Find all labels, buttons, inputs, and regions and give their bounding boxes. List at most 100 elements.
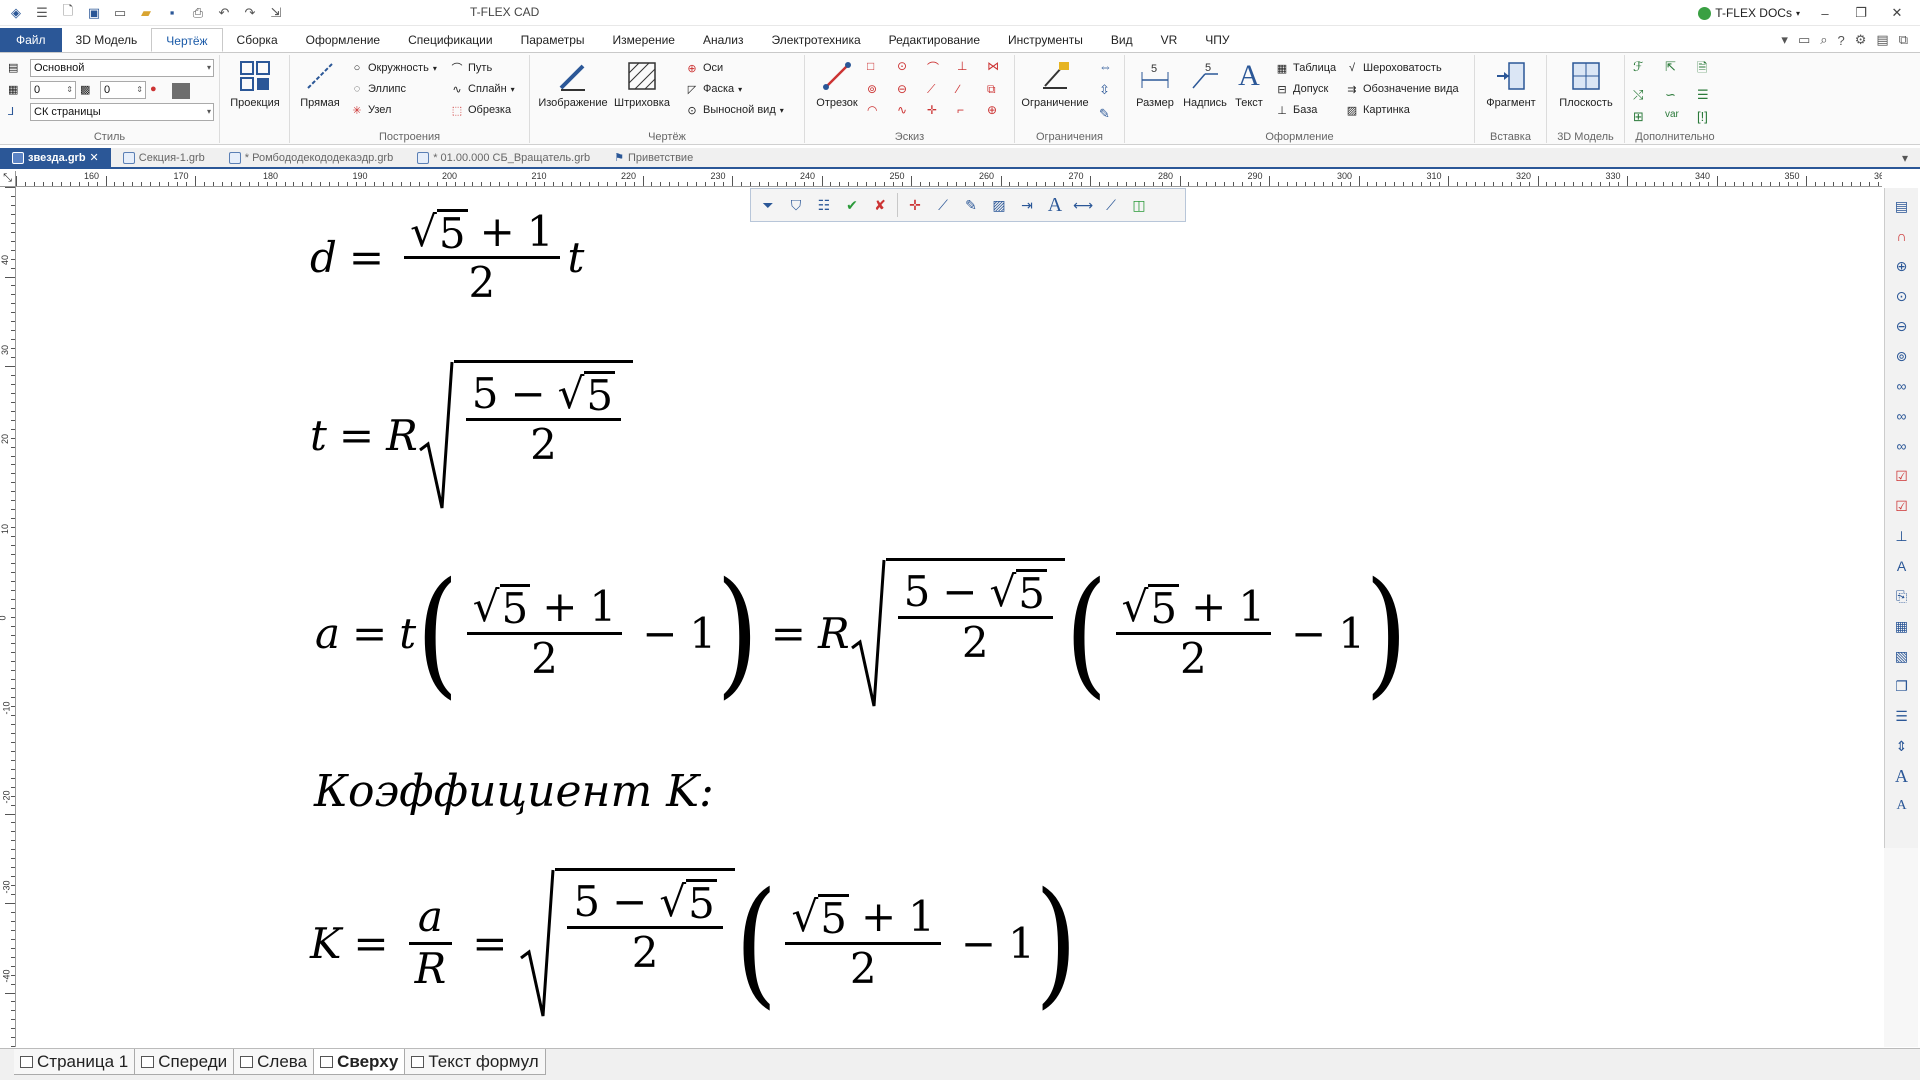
base-button[interactable]: ⊥ База: [1275, 103, 1317, 117]
menu-icon[interactable]: ☰: [32, 3, 52, 23]
other-filter-icon[interactable]: ◫: [1128, 194, 1150, 216]
circle-button[interactable]: ○ Окружность ▾: [350, 61, 437, 75]
hatch-button[interactable]: Штриховка: [610, 59, 674, 109]
filter-list-icon[interactable]: ☷: [813, 194, 835, 216]
arc-three-icon[interactable]: ◠: [867, 103, 891, 117]
deselect-all-icon[interactable]: ✘: [869, 194, 891, 216]
compress-icon[interactable]: ⇕: [1890, 734, 1914, 758]
doctab-rotator[interactable]: * 01.00.000 СБ_Вращатель.grb: [405, 148, 602, 167]
chamfer-button[interactable]: ◸ Фаска ▾: [685, 82, 742, 96]
glasses-icon[interactable]: ∞: [1890, 374, 1914, 398]
glasses-off-icon[interactable]: ∞: [1890, 434, 1914, 458]
window-icon[interactable]: ▭: [110, 3, 130, 23]
check-box-icon[interactable]: ☑: [1890, 464, 1914, 488]
callout-button[interactable]: ⊙ Выносной вид ▾: [685, 103, 783, 117]
dimension-filter-icon[interactable]: ⟷: [1072, 194, 1094, 216]
drawing-canvas[interactable]: d = √ 5 + 1 2 t t = R 5 − √ 5 2 a = t (…: [17, 188, 1882, 1047]
segment-button[interactable]: Отрезок: [807, 59, 867, 109]
new-document-icon[interactable]: 🗋: [58, 3, 78, 23]
view-label-button[interactable]: ⇉ Обозначение вида: [1345, 82, 1458, 96]
zoom-window-icon[interactable]: ⊙: [1890, 284, 1914, 308]
doctab-rhombo[interactable]: * Ромбододекододекаэдр.grb: [217, 148, 405, 167]
pages-icon[interactable]: ❐: [1890, 674, 1914, 698]
spline-sketch-icon[interactable]: ∿: [897, 103, 921, 117]
vertical-icon[interactable]: ⊥: [957, 59, 981, 76]
tab-assembly[interactable]: Сборка: [223, 28, 292, 52]
picture-button[interactable]: ▨ Картинка: [1345, 103, 1410, 117]
text-button[interactable]: A Текст: [1227, 59, 1271, 109]
settings-icon[interactable]: ⚙: [1855, 32, 1867, 48]
dimension-button[interactable]: 5 Размер: [1127, 59, 1183, 109]
open-icon[interactable]: ▰: [136, 3, 156, 23]
caption-button[interactable]: 5 Надпись: [1177, 59, 1233, 109]
app-logo-icon[interactable]: ◈: [6, 3, 26, 23]
new-3d-icon[interactable]: ▣: [84, 3, 104, 23]
tab-measure[interactable]: Измерение: [599, 28, 689, 52]
tab-analysis[interactable]: Анализ: [689, 28, 758, 52]
bracket-icon[interactable]: [!]: [1697, 109, 1723, 125]
caption-filter-icon[interactable]: ⟋: [1100, 194, 1122, 216]
print-icon[interactable]: ⎙: [188, 3, 208, 23]
point-circle-icon[interactable]: ⊚: [867, 82, 891, 97]
tab-specifications[interactable]: Спецификации: [394, 28, 506, 52]
page-tab-formula-text[interactable]: Текст формул: [405, 1049, 546, 1075]
page-tab-page1[interactable]: Страница 1: [14, 1049, 136, 1075]
grid-icon[interactable]: ⊞: [1633, 109, 1659, 125]
tab-view[interactable]: Вид: [1097, 28, 1147, 52]
filter-icon[interactable]: ⏷: [757, 194, 779, 216]
page-tab-left[interactable]: Слева: [234, 1049, 315, 1075]
fillet-icon[interactable]: ⌐: [957, 103, 981, 117]
paste-icon[interactable]: ⎘: [1890, 584, 1914, 608]
text-filter-icon[interactable]: A: [1044, 194, 1066, 216]
page-tab-front[interactable]: Спереди: [135, 1049, 235, 1075]
tab-drawing[interactable]: Чертёж: [151, 28, 223, 52]
select-all-icon[interactable]: ✔: [841, 194, 863, 216]
ruler-corner[interactable]: ⤡: [0, 171, 16, 187]
edit-constraint-icon[interactable]: ✎: [1099, 106, 1112, 122]
help-icon[interactable]: ?: [1838, 33, 1845, 48]
check-double-icon[interactable]: ☑: [1890, 494, 1914, 518]
magnet-icon[interactable]: ∩: [1890, 224, 1914, 248]
tab-file[interactable]: Файл: [0, 28, 62, 52]
links-icon[interactable]: ⤭: [1633, 87, 1659, 103]
save-icon[interactable]: ▪: [162, 3, 182, 23]
panel-toggle-icon[interactable]: ▤: [1890, 194, 1914, 218]
rectangle-icon[interactable]: □: [867, 59, 891, 76]
curve-icon[interactable]: ∽: [1665, 87, 1691, 103]
node-filter-icon[interactable]: ✛: [904, 194, 926, 216]
level-field[interactable]: 0 ⇕: [30, 81, 76, 99]
tab-annotation[interactable]: Оформление: [292, 28, 394, 52]
layers-panel-icon[interactable]: ▧: [1890, 644, 1914, 668]
zoom-in-icon[interactable]: ⊕: [1890, 254, 1914, 278]
projection-button[interactable]: Проекция: [225, 59, 285, 109]
node-button[interactable]: ✳ Узел: [350, 103, 391, 117]
font-small-icon[interactable]: A: [1890, 794, 1914, 818]
line-filter-icon[interactable]: ⟋: [932, 194, 954, 216]
arc-icon[interactable]: ⌒: [927, 59, 951, 76]
tab-edit[interactable]: Редактирование: [875, 28, 994, 52]
target-icon[interactable]: ⊕: [987, 103, 1011, 117]
polyline-icon[interactable]: ⟋: [927, 82, 951, 97]
filter-settings-icon[interactable]: ⛉: [785, 194, 807, 216]
panel-icon[interactable]: ▤: [1876, 32, 1888, 48]
font-large-icon[interactable]: A: [1890, 764, 1914, 788]
node-sketch-icon[interactable]: ✛: [927, 103, 951, 117]
fragment-button[interactable]: Фрагмент: [1481, 59, 1541, 109]
variables-panel-icon[interactable]: ▦: [1890, 614, 1914, 638]
ellipse-sketch-icon[interactable]: ⊖: [897, 82, 921, 97]
restore-icon[interactable]: ❐: [1850, 5, 1872, 21]
line-button[interactable]: Прямая: [290, 59, 350, 109]
tab-tools[interactable]: Инструменты: [994, 28, 1097, 52]
cursor-icon[interactable]: ⇱: [1665, 59, 1691, 81]
axes-button[interactable]: ⊕ Оси: [685, 61, 723, 75]
close-icon[interactable]: ✕: [1886, 5, 1908, 21]
plane-button[interactable]: Плоскость: [1556, 59, 1616, 109]
redo-icon[interactable]: ↷: [240, 3, 260, 23]
line-spacing-icon[interactable]: ☰: [1890, 704, 1914, 728]
text-style-icon[interactable]: A: [1890, 554, 1914, 578]
minimize-icon[interactable]: –: [1814, 6, 1836, 21]
path-button[interactable]: ⌒ Путь: [450, 61, 493, 75]
doctab-welcome[interactable]: ⚑ Приветствие: [602, 148, 705, 167]
window-layout-icon[interactable]: ⧉: [1899, 32, 1908, 48]
tab-electrical[interactable]: Электротехника: [757, 28, 874, 52]
